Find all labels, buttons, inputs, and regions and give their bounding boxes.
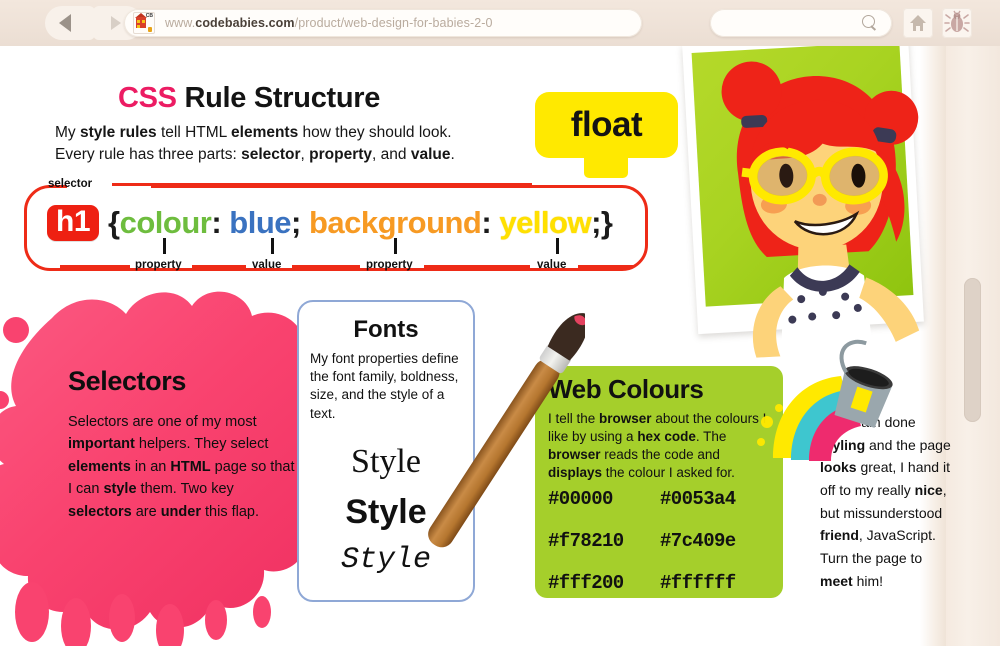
home-icon: [910, 15, 926, 31]
favicon-text: CB: [145, 13, 153, 19]
lock-icon: [148, 27, 152, 32]
label-value-2: value: [537, 259, 567, 271]
paint-bucket-icon: [757, 339, 893, 461]
connector-line: [112, 183, 532, 186]
code-property-colour: colour: [119, 205, 212, 240]
bug-button[interactable]: [942, 8, 972, 38]
tick-value2: [556, 238, 559, 254]
code-value-yellow: yellow: [499, 205, 592, 240]
scrollbar-thumb[interactable]: [964, 278, 981, 422]
bug-icon: [944, 10, 970, 32]
search-icon: [862, 15, 878, 31]
open-brace: {: [108, 205, 120, 240]
close-brace: }: [600, 205, 613, 240]
label-selector: selector: [48, 178, 93, 190]
intro-text: Every rule has three parts:: [55, 146, 242, 164]
label-property-2: property: [366, 259, 413, 271]
intro-text: , and: [372, 146, 411, 164]
intro-bold-style-rules: style rules: [79, 124, 157, 141]
intro-text: tell HTML: [156, 124, 232, 141]
back-button[interactable]: [45, 6, 95, 40]
browser-toolbar: CB www.codebabies.com/product/web-design…: [0, 0, 1000, 46]
css-rule-code: h1{colour: blue; background: yellow;}: [47, 196, 613, 250]
connector-line: [578, 265, 634, 268]
url-domain: codebabies.com: [195, 16, 295, 30]
search-box[interactable]: [710, 9, 892, 37]
intro-text: ,: [300, 146, 310, 164]
home-button[interactable]: [903, 8, 933, 38]
address-bar[interactable]: CB www.codebabies.com/product/web-design…: [124, 9, 642, 37]
connector-line: [192, 265, 246, 268]
hex-code: #7c409e: [660, 530, 736, 552]
tick-property1: [163, 238, 166, 254]
intro-bold-elements: elements: [231, 124, 299, 141]
intro-paragraph: My style rules tell HTML elements how th…: [55, 122, 575, 167]
label-value-1: value: [252, 259, 282, 271]
connector-line: [60, 265, 130, 268]
float-tag-stem: [584, 156, 628, 178]
paintbrush-icon: [428, 313, 585, 548]
title-rest: Rule Structure: [176, 82, 381, 114]
intro-text: .: [450, 146, 455, 164]
code-colon: :: [211, 205, 222, 240]
favicon-icon: CB: [133, 12, 155, 34]
connector-line: [424, 265, 530, 268]
code-colon: :: [481, 205, 492, 240]
intro-bold-value: value: [410, 146, 451, 164]
selectors-title: Selectors: [68, 366, 186, 396]
selectors-section: Selectors Selectors are one of my most i…: [68, 366, 298, 523]
intro-text: how they should look.: [298, 124, 452, 141]
code-property-background: background: [308, 205, 482, 240]
title-accent: CSS: [118, 82, 177, 114]
girl-photo-frame: [682, 31, 924, 335]
hex-code: #0053a4: [660, 488, 736, 510]
float-tag[interactable]: float: [535, 92, 678, 158]
page-title: CSS Rule Structure: [118, 82, 548, 115]
tick-property2: [394, 238, 397, 254]
selector-chip-h1: h1: [47, 204, 100, 242]
hex-code: #ffffff: [660, 572, 736, 594]
photo-background: [691, 41, 914, 307]
tick-value1: [271, 238, 274, 254]
intro-bold-property: property: [309, 146, 373, 164]
code-value-blue: blue: [229, 205, 292, 240]
forward-arrow-icon: [111, 16, 121, 30]
code-semicolon: ;: [591, 205, 601, 240]
url-path: /product/web-design-for-babies-2-0: [294, 16, 493, 30]
selectors-body: Selectors are one of my most important h…: [68, 414, 295, 520]
code-semicolon: ;: [291, 205, 301, 240]
connector-line: [292, 265, 360, 268]
label-property-1: property: [135, 259, 182, 271]
browser-window: CSS Rule Structure My style rules tell H…: [0, 0, 1000, 646]
back-arrow-icon: [59, 14, 71, 32]
url-text: www.codebabies.com/product/web-design-fo…: [165, 16, 493, 30]
intro-text: My: [55, 124, 80, 141]
intro-bold-selector: selector: [241, 146, 301, 164]
